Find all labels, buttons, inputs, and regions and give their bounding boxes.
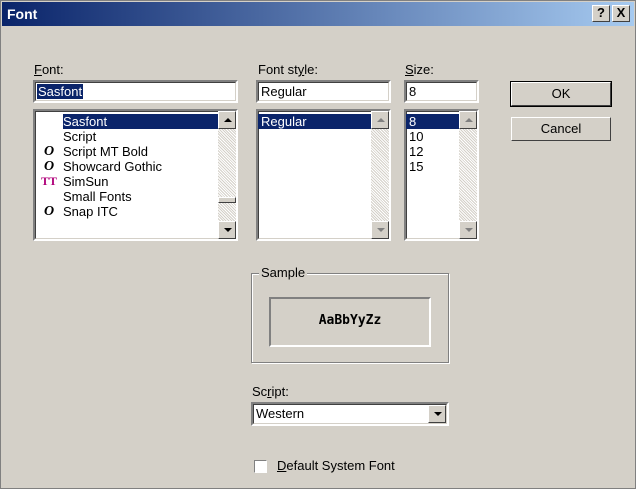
scroll-down-button[interactable] (371, 221, 389, 239)
size-item-label: 12 (409, 144, 424, 159)
truetype-icon: TT (41, 174, 58, 188)
font-name-value: Sasfont (37, 84, 84, 99)
help-button[interactable]: ? (592, 5, 610, 22)
script-value: Western (256, 406, 305, 421)
font-list[interactable]: Sasfont Script O Script MT Bold O Showcard Go… (33, 109, 238, 241)
font-list-item[interactable]: Small Fonts (35, 189, 218, 204)
size-list-item[interactable]: 10 (406, 129, 459, 144)
scroll-up-button[interactable] (371, 111, 389, 129)
default-system-font-checkbox[interactable] (254, 460, 267, 473)
font-list-item[interactable]: O Showcard Gothic (35, 159, 218, 174)
font-dialog: Font ? X Font: Sasfont Sasfont Script O Scr… (0, 0, 636, 489)
size-scrollbar[interactable] (459, 111, 477, 239)
size-item-label: 10 (409, 129, 424, 144)
size-list-item[interactable]: 12 (406, 144, 459, 159)
default-system-font-label[interactable]: Default System Font (277, 458, 395, 473)
opentype-icon: O (43, 159, 55, 174)
style-list-item[interactable]: Regular (258, 114, 371, 129)
sample-label: Sample (259, 265, 308, 280)
font-list-item[interactable]: TT SimSun (35, 174, 218, 189)
font-name-input[interactable]: Sasfont (33, 80, 238, 103)
size-list-item[interactable]: 8 (406, 114, 459, 129)
scroll-up-button[interactable] (218, 111, 236, 129)
font-item-label: Script MT Bold (63, 144, 149, 159)
font-style-scrollbar[interactable] (371, 111, 389, 239)
scroll-down-button[interactable] (459, 221, 477, 239)
font-list-scrollbar[interactable] (218, 111, 236, 239)
ok-button[interactable]: OK (510, 81, 612, 107)
font-item-label: Script (63, 129, 97, 144)
script-label: Script: (252, 384, 289, 399)
size-input[interactable]: 8 (404, 80, 479, 103)
font-style-input[interactable]: Regular (256, 80, 391, 103)
script-select[interactable]: Western (251, 402, 449, 426)
dialog-title: Font (7, 6, 38, 22)
opentype-icon: O (43, 204, 55, 219)
size-value: 8 (409, 84, 417, 99)
style-item-label: Regular (261, 114, 307, 129)
font-label: Font: (34, 62, 64, 77)
font-list-item[interactable]: Script (35, 129, 218, 144)
font-item-label: Showcard Gothic (63, 159, 162, 174)
scroll-down-button[interactable] (218, 221, 236, 239)
font-list-item[interactable]: O Snap ITC (35, 204, 218, 219)
scroll-thumb[interactable] (218, 197, 236, 203)
size-item-label: 15 (409, 159, 424, 174)
dropdown-arrow-button[interactable] (428, 405, 446, 423)
font-style-value: Regular (261, 84, 307, 99)
font-list-item[interactable]: Sasfont (63, 114, 218, 129)
size-list[interactable]: 8 10 12 15 (404, 109, 479, 241)
sample-preview: AaBbYyZz (269, 297, 431, 347)
sample-text: AaBbYyZz (318, 313, 382, 328)
font-item-label: Sasfont (63, 114, 108, 129)
title-bar[interactable]: Font ? X (2, 2, 634, 26)
size-item-label: 8 (409, 114, 417, 129)
size-label: Size: (405, 62, 434, 77)
font-item-label: Small Fonts (63, 189, 132, 204)
close-button[interactable]: X (612, 5, 630, 22)
font-item-label: Snap ITC (63, 204, 118, 219)
font-style-label: Font style: (258, 62, 318, 77)
font-list-item[interactable]: O Script MT Bold (35, 144, 218, 159)
cancel-button[interactable]: Cancel (511, 117, 611, 141)
scroll-up-button[interactable] (459, 111, 477, 129)
font-item-label: SimSun (63, 174, 109, 189)
size-list-item[interactable]: 15 (406, 159, 459, 174)
font-style-list[interactable]: Regular (256, 109, 391, 241)
opentype-icon: O (43, 144, 55, 159)
